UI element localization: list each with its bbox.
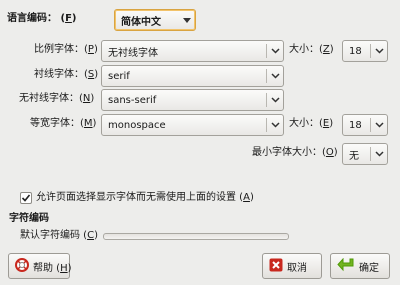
chevron-down-icon — [371, 151, 387, 157]
serif-font-value: serif — [108, 70, 130, 82]
help-button[interactable]: 帮助 (H) — [8, 253, 72, 279]
ok-arrow-icon — [337, 257, 355, 275]
min-size-combo[interactable]: 无 — [342, 143, 388, 165]
monospace-size-combo[interactable]: 18 — [342, 114, 388, 136]
serif-font-combo[interactable]: serif — [101, 65, 284, 87]
allow-page-fonts-label[interactable]: 允许页面选择显示字体而无需使用上面的设置 (A) — [36, 188, 254, 208]
proportional-font-combo[interactable]: 无衬线字体 — [101, 40, 284, 62]
proportional-size-combo[interactable]: 18 — [342, 40, 388, 62]
proportional-size-label: 大小：(Z) — [289, 44, 334, 55]
cancel-button[interactable]: 取消 — [262, 253, 322, 279]
language-label: 语言编码： (F) — [7, 13, 77, 24]
proportional-label: 比例字体：(P) — [34, 44, 98, 55]
min-size-label: 最小字体大小：(O) — [252, 147, 338, 158]
proportional-size-value: 18 — [349, 45, 362, 57]
chevron-down-icon — [267, 48, 283, 54]
chevron-down-icon — [267, 122, 283, 128]
default-encoding-field[interactable] — [103, 233, 289, 240]
chevron-down-icon — [267, 97, 283, 103]
monospace-font-combo[interactable]: monospace — [101, 114, 284, 136]
language-value: 简体中文 — [121, 16, 161, 28]
monospace-label: 等宽字体：(M) — [30, 118, 97, 129]
language-combo[interactable]: 简体中文 — [114, 9, 196, 31]
help-icon — [15, 257, 29, 275]
monospace-font-value: monospace — [108, 119, 166, 131]
chevron-down-icon — [179, 17, 195, 23]
proportional-font-value: 无衬线字体 — [108, 47, 158, 59]
sans-serif-label: 无衬线字体：(N) — [19, 93, 95, 104]
ok-button[interactable]: 确定 — [330, 253, 390, 279]
monospace-size-label: 大小：(E) — [289, 118, 334, 129]
monospace-size-value: 18 — [349, 119, 362, 131]
serif-label: 衬线字体：(S) — [34, 69, 99, 80]
sans-serif-font-value: sans-serif — [108, 94, 157, 106]
min-size-value: 无 — [349, 150, 359, 162]
sans-serif-font-combo[interactable]: sans-serif — [101, 89, 284, 111]
allow-page-fonts-checkbox[interactable] — [20, 192, 32, 204]
chevron-down-icon — [371, 48, 387, 54]
default-encoding-label: 默认字符编码 (C) — [20, 230, 98, 241]
chevron-down-icon — [267, 73, 283, 79]
checkmark-icon — [21, 194, 31, 202]
chevron-down-icon — [371, 122, 387, 128]
cancel-icon — [269, 258, 283, 275]
